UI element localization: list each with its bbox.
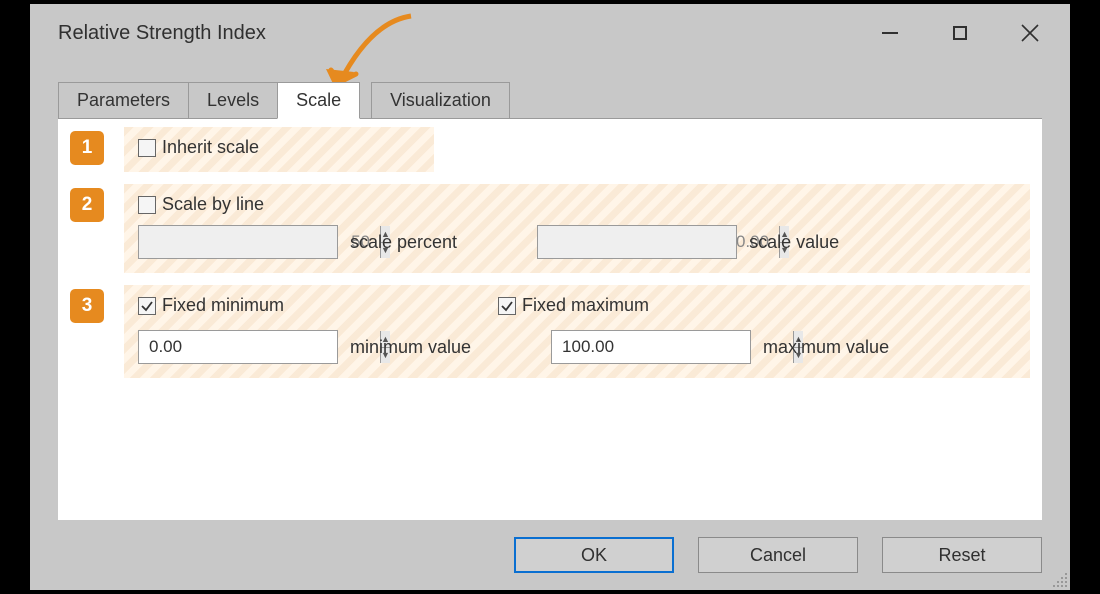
fixed-maximum-checkbox[interactable] bbox=[498, 297, 516, 315]
scale-by-line-checkbox[interactable] bbox=[138, 196, 156, 214]
maximum-value-label: maximum value bbox=[763, 337, 889, 358]
scale-value-field: ▲ ▼ scale value bbox=[537, 225, 839, 259]
highlight-region-3: Fixed minimum Fixed maximum bbox=[124, 285, 1030, 378]
tab-strip: Parameters Levels Scale Visualization bbox=[58, 82, 1070, 118]
minimum-value-input[interactable] bbox=[139, 331, 380, 363]
ok-button[interactable]: OK bbox=[514, 537, 674, 573]
close-icon bbox=[1020, 23, 1040, 43]
minimum-value-spinner[interactable]: ▲ ▼ bbox=[138, 330, 338, 364]
annotation-badge-1: 1 bbox=[70, 131, 104, 165]
reset-button[interactable]: Reset bbox=[882, 537, 1042, 573]
resize-grip-icon[interactable] bbox=[1052, 572, 1068, 588]
dialog-footer: OK Cancel Reset bbox=[30, 520, 1070, 590]
scale-percent-label: scale percent bbox=[350, 232, 457, 253]
cancel-button[interactable]: Cancel bbox=[698, 537, 858, 573]
window-controls bbox=[880, 23, 1040, 43]
checkmark-icon bbox=[500, 299, 514, 313]
scale-value-label: scale value bbox=[749, 232, 839, 253]
tab-content: 1 Inherit scale 2 Scale by line bbox=[58, 118, 1042, 520]
tab-parameters[interactable]: Parameters bbox=[58, 82, 189, 118]
tab-visualization[interactable]: Visualization bbox=[371, 82, 510, 118]
row-fixed: 3 Fixed minimum Fixed maximum bbox=[70, 285, 1030, 378]
scale-by-line-label: Scale by line bbox=[162, 194, 264, 215]
annotation-badge-3: 3 bbox=[70, 289, 104, 323]
maximum-value-input[interactable] bbox=[552, 331, 793, 363]
checkmark-icon bbox=[140, 299, 154, 313]
titlebar: Relative Strength Index bbox=[30, 4, 1070, 62]
window-title: Relative Strength Index bbox=[58, 22, 880, 45]
scale-percent-field: ▲ ▼ scale percent bbox=[138, 225, 457, 259]
inherit-scale-checkbox[interactable] bbox=[138, 139, 156, 157]
close-button[interactable] bbox=[1020, 23, 1040, 43]
minimize-icon bbox=[882, 32, 898, 34]
minimum-value-field: ▲ ▼ minimum value bbox=[138, 330, 471, 364]
scale-percent-input[interactable] bbox=[139, 226, 380, 258]
minimum-value-label: minimum value bbox=[350, 337, 471, 358]
tab-scale[interactable]: Scale bbox=[277, 82, 360, 119]
fixed-maximum-label: Fixed maximum bbox=[522, 295, 649, 316]
scale-value-spinner[interactable]: ▲ ▼ bbox=[537, 225, 737, 259]
highlight-region-2: Scale by line ▲ ▼ scale percent bbox=[124, 184, 1030, 273]
row-scale-by-line: 2 Scale by line ▲ ▼ bbox=[70, 184, 1030, 273]
inherit-scale-label: Inherit scale bbox=[162, 137, 259, 158]
scale-percent-spinner[interactable]: ▲ ▼ bbox=[138, 225, 338, 259]
maximum-value-spinner[interactable]: ▲ ▼ bbox=[551, 330, 751, 364]
maximize-icon bbox=[953, 26, 967, 40]
fixed-minimum-checkbox[interactable] bbox=[138, 297, 156, 315]
highlight-region-1: Inherit scale bbox=[124, 127, 434, 172]
minimize-button[interactable] bbox=[880, 23, 900, 43]
maximize-button[interactable] bbox=[950, 23, 970, 43]
dialog-window: Relative Strength Index Parameters Level… bbox=[30, 4, 1070, 590]
maximum-value-field: ▲ ▼ maximum value bbox=[551, 330, 889, 364]
row-inherit: 1 Inherit scale bbox=[70, 127, 1030, 172]
fixed-minimum-label: Fixed minimum bbox=[162, 295, 284, 316]
annotation-badge-2: 2 bbox=[70, 188, 104, 222]
scale-value-input[interactable] bbox=[538, 226, 779, 258]
tab-levels[interactable]: Levels bbox=[188, 82, 278, 118]
